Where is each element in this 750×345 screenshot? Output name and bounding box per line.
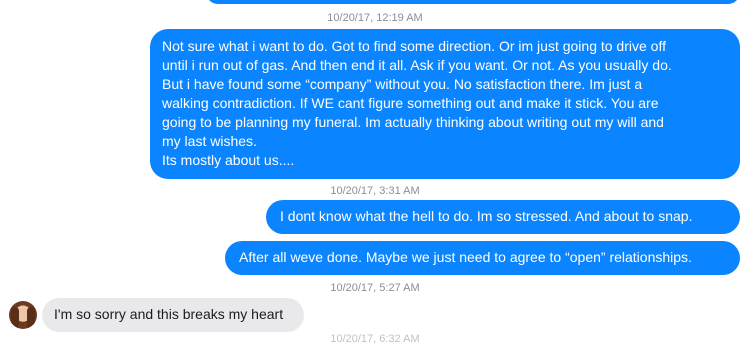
message-line: Its mostly about us.... xyxy=(162,152,295,168)
message-line: going to be planning my funeral. Im actu… xyxy=(162,114,664,130)
timestamp-partial: 10/20/17, 6:32 AM xyxy=(330,333,420,345)
message-line: walking contradiction. If WE cant figure… xyxy=(162,95,659,111)
timestamp: 10/20/17, 12:19 AM xyxy=(327,12,423,24)
message-line: Not sure what i want to do. Got to find … xyxy=(162,38,666,54)
message-text: After all weve done. Maybe we just need … xyxy=(239,249,692,265)
contact-avatar[interactable] xyxy=(9,301,37,329)
message-line: until i run out of gas. And then end it … xyxy=(162,57,672,73)
received-message-bubble[interactable]: I'm so sorry and this breaks my heart xyxy=(42,298,304,332)
message-text: I dont know what the hell to do. Im so s… xyxy=(280,208,693,224)
message-line: my last wishes. xyxy=(162,133,257,149)
message-text: I'm so sorry and this breaks my heart xyxy=(54,306,284,322)
previous-message-bubble-edge xyxy=(206,0,740,4)
timestamp: 10/20/17, 3:31 AM xyxy=(330,185,420,197)
sent-message-bubble[interactable]: After all weve done. Maybe we just need … xyxy=(225,241,740,275)
message-line: But i have found some “company” without … xyxy=(162,76,643,92)
message-thread: 10/20/17, 12:19 AM Not sure what i want … xyxy=(0,0,750,345)
sent-message-bubble[interactable]: Not sure what i want to do. Got to find … xyxy=(150,29,740,179)
timestamp: 10/20/17, 5:27 AM xyxy=(330,282,420,294)
sent-message-bubble[interactable]: I dont know what the hell to do. Im so s… xyxy=(266,200,740,234)
